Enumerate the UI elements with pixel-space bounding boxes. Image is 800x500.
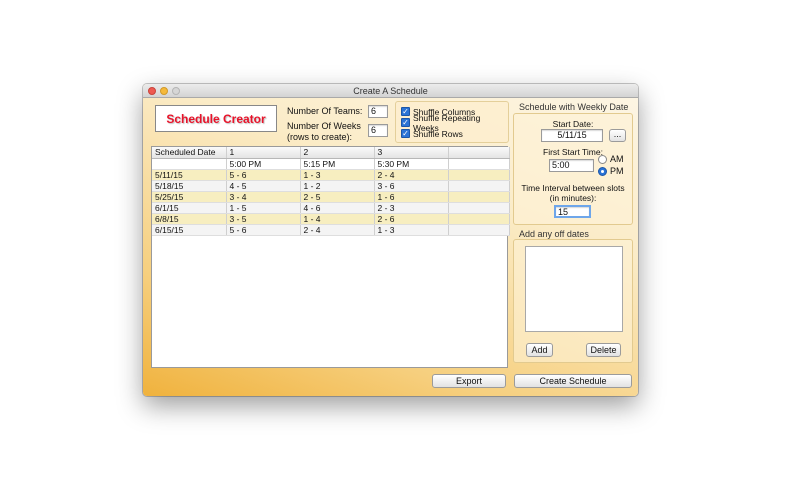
interval-label-line1: Time Interval between slots	[521, 183, 625, 193]
shuffle-rows-checkbox[interactable]: ✓ Shuffle Rows	[401, 128, 463, 139]
table-cell	[152, 158, 227, 170]
logo: Schedule Creator	[155, 105, 277, 132]
table-cell: 2 - 3	[374, 202, 449, 214]
shuffle-rows-label: Shuffle Rows	[413, 128, 463, 139]
weeks-label-line2: (rows to create):	[287, 132, 353, 142]
table-cell: 3 - 4	[226, 191, 301, 203]
table-cell: 5:00 PM	[226, 158, 301, 170]
table-cell	[448, 202, 510, 214]
table-cell	[448, 180, 510, 192]
create-schedule-window: Create A Schedule Schedule Creator Numbe…	[143, 84, 638, 396]
date-picker-button[interactable]: ...	[609, 129, 626, 142]
table-cell: 5 - 6	[226, 169, 301, 181]
table-cell: 2 - 6	[374, 213, 449, 225]
checkmark-icon: ✓	[401, 118, 410, 127]
column-header[interactable]	[448, 147, 510, 159]
pm-radio[interactable]: PM	[598, 166, 624, 176]
table-cell	[448, 169, 510, 181]
delete-off-date-button[interactable]: Delete	[586, 343, 621, 357]
shuffle-options-group: ✓ Shuffle Columns ✓ Shuffle Repeating We…	[395, 101, 509, 143]
export-button[interactable]: Export	[432, 374, 506, 388]
schedule-table[interactable]: Scheduled Date 1 2 3 5:00 PM 5:15 PM 5:3…	[151, 146, 510, 368]
weekly-date-title: Schedule with Weekly Date	[519, 102, 629, 112]
table-row[interactable]: 6/1/15 1 - 5 4 - 6 2 - 3	[152, 202, 510, 214]
window-title: Create A Schedule	[353, 86, 428, 96]
table-cell: 1 - 4	[300, 213, 375, 225]
pm-label: PM	[610, 166, 624, 176]
column-header[interactable]: Scheduled Date	[152, 147, 227, 159]
table-cell: 5/18/15	[152, 180, 227, 192]
table-row[interactable]: 6/15/15 5 - 6 2 - 4 1 - 3	[152, 224, 510, 236]
table-cell	[448, 213, 510, 225]
table-cell: 1 - 6	[374, 191, 449, 203]
checkmark-icon: ✓	[401, 129, 410, 138]
column-header[interactable]: 2	[300, 147, 375, 159]
title-bar[interactable]: Create A Schedule	[143, 84, 638, 98]
table-row[interactable]: 5/11/15 5 - 6 1 - 3 2 - 4	[152, 169, 510, 181]
table-cell	[448, 224, 510, 236]
radio-on-icon	[598, 166, 607, 176]
table-cell: 6/15/15	[152, 224, 227, 236]
table-cell: 5:15 PM	[300, 158, 375, 170]
weeks-label-line1: Number Of Weeks	[287, 121, 361, 131]
shuffle-repeating-weeks-checkbox[interactable]: ✓ Shuffle Repeating Weeks	[401, 113, 508, 133]
logo-text: Schedule Creator	[166, 111, 266, 126]
table-cell: 5/25/15	[152, 191, 227, 203]
table-cell: 2 - 4	[374, 169, 449, 181]
interval-input[interactable]: 15	[554, 205, 591, 218]
table-cell	[448, 191, 510, 203]
interval-label-line2: (in minutes):	[549, 193, 597, 203]
checkmark-icon: ✓	[401, 107, 410, 116]
off-dates-list[interactable]	[525, 246, 623, 332]
table-row[interactable]: 5/25/15 3 - 4 2 - 5 1 - 6	[152, 191, 510, 203]
table-row[interactable]: 5/18/15 4 - 5 1 - 2 3 - 6	[152, 180, 510, 192]
time-slot-row[interactable]: 5:00 PM 5:15 PM 5:30 PM	[152, 158, 510, 170]
table-cell: 5/11/15	[152, 169, 227, 181]
table-row[interactable]: 6/8/15 3 - 5 1 - 4 2 - 6	[152, 213, 510, 225]
first-start-time-input[interactable]: 5:00	[549, 159, 594, 172]
column-header[interactable]: 1	[226, 147, 301, 159]
radio-off-icon	[598, 154, 607, 164]
column-header[interactable]: 3	[374, 147, 449, 159]
table-cell	[448, 158, 510, 170]
table-cell: 4 - 5	[226, 180, 301, 192]
teams-label: Number Of Teams:	[287, 106, 363, 116]
table-cell: 1 - 3	[300, 169, 375, 181]
start-date-label: Start Date:	[552, 119, 594, 129]
table-cell: 3 - 6	[374, 180, 449, 192]
table-cell: 1 - 2	[300, 180, 375, 192]
create-schedule-button[interactable]: Create Schedule	[514, 374, 632, 388]
add-off-date-button[interactable]: Add	[526, 343, 553, 357]
teams-input[interactable]: 6	[368, 105, 388, 118]
table-cell: 3 - 5	[226, 213, 301, 225]
start-date-input[interactable]: 5/11/15	[541, 129, 603, 142]
am-radio[interactable]: AM	[598, 154, 624, 164]
table-cell: 6/8/15	[152, 213, 227, 225]
table-cell: 5 - 6	[226, 224, 301, 236]
table-cell: 1 - 5	[226, 202, 301, 214]
table-header-row: Scheduled Date 1 2 3	[152, 147, 510, 159]
off-dates-title: Add any off dates	[519, 229, 589, 239]
table-cell: 2 - 5	[300, 191, 375, 203]
table-cell: 1 - 3	[374, 224, 449, 236]
table-cell: 4 - 6	[300, 202, 375, 214]
table-cell: 2 - 4	[300, 224, 375, 236]
am-label: AM	[610, 154, 624, 164]
table-cell: 5:30 PM	[374, 158, 449, 170]
weeks-input[interactable]: 6	[368, 124, 388, 137]
table-cell: 6/1/15	[152, 202, 227, 214]
